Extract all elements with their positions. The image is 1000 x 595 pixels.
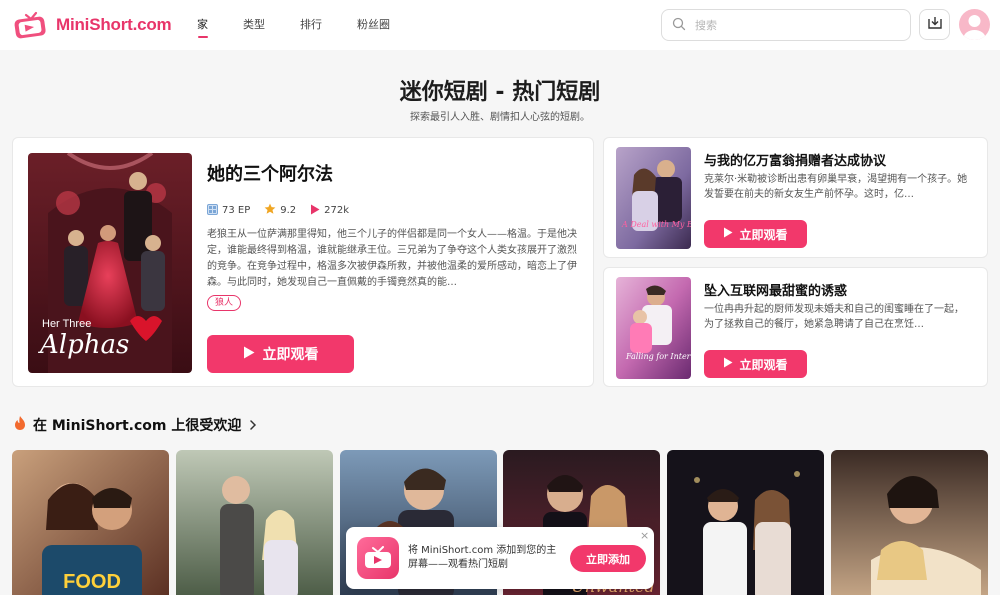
nav-rankings[interactable]: 排行 <box>300 16 322 38</box>
close-icon[interactable]: × <box>640 529 649 542</box>
popular-thumbnail[interactable] <box>667 450 824 595</box>
thumbnail-caption: FOOD <box>63 571 121 593</box>
views-meta: 272k <box>310 204 349 218</box>
featured-watch-now-button[interactable]: 立即观看 <box>207 335 354 373</box>
episodes-meta: 73 EP <box>207 203 251 218</box>
side-card-title[interactable]: 坠入互联网最甜蜜的诱惑 <box>704 280 847 299</box>
chevron-right-icon[interactable] <box>247 416 259 435</box>
featured-poster-caption-top: Her Three <box>42 318 91 330</box>
play-icon <box>723 227 733 241</box>
featured-poster-caption-main: Alphas <box>38 330 129 360</box>
featured-title[interactable]: 她的三个阿尔法 <box>207 160 333 186</box>
site-logo[interactable]: MiniShort.com <box>12 11 172 39</box>
star-icon <box>264 203 276 218</box>
rating-meta: 9.2 <box>264 203 296 218</box>
side-drama-card[interactable]: Falling for Internet's Sweetest Temptati… <box>603 267 988 387</box>
featured-meta: 73 EP 9.2 272k <box>207 203 363 218</box>
user-avatar[interactable] <box>959 9 990 40</box>
side-watch-now-button[interactable]: 立即观看 <box>704 220 807 248</box>
search-input[interactable] <box>695 18 885 32</box>
main-nav: 家 类型 排行 粉丝圈 <box>197 16 425 38</box>
genre-tag[interactable]: 狼人 <box>207 295 242 311</box>
logo-text: MiniShort.com <box>56 15 172 34</box>
side-card-description: 一位冉冉升起的厨师发现未婚夫和自己的闺蜜睡在了一起，为了拯救自己的餐厅，她紧急聘… <box>704 304 964 330</box>
popular-thumbnail[interactable] <box>176 450 333 595</box>
logo-icon <box>12 11 50 39</box>
side-drama-card[interactable]: A Deal with My Billionaire Donor 与我的亿万富翁… <box>603 137 988 258</box>
watch-now-label: 立即观看 <box>262 347 319 363</box>
nav-fan-circle[interactable]: 粉丝圈 <box>357 16 390 38</box>
search-icon <box>672 16 686 35</box>
watch-now-label: 立即观看 <box>739 357 788 372</box>
nav-genres[interactable]: 类型 <box>243 16 265 38</box>
page-title: 迷你短剧 - 热门短剧 <box>399 80 601 105</box>
search-box[interactable] <box>661 9 911 41</box>
play-icon <box>243 346 255 363</box>
popular-thumbnail[interactable] <box>831 450 988 595</box>
add-now-button[interactable]: 立即添加 <box>570 545 646 572</box>
app-icon <box>357 537 399 579</box>
side-card-description: 克莱尔·米勒被诊断出患有卵巢早衰，渴望拥有一个孩子。她发誓要在前夫的新女友生产前… <box>704 174 968 200</box>
side-poster-caption: Falling for Internet's Sweetest Temptati… <box>625 352 691 361</box>
episodes-icon <box>207 203 218 218</box>
popular-section-title: 在 MiniShort.com 上很受欢迎 <box>33 418 242 434</box>
popular-section-header[interactable]: 在 MiniShort.com 上很受欢迎 <box>13 415 259 435</box>
featured-poster[interactable]: Her Three Alphas <box>28 153 192 373</box>
add-to-homescreen-popup: 将 MiniShort.com 添加到您的主屏幕——观看热门短剧 立即添加 × <box>346 527 654 589</box>
download-button[interactable] <box>919 9 950 40</box>
rating-value: 9.2 <box>280 205 297 216</box>
fire-icon <box>13 415 27 435</box>
featured-description: 老狼王从一位萨满那里得知，他三个儿子的伴侣都是同一个女人——格温。于是他决定，谁… <box>207 229 577 288</box>
nav-home[interactable]: 家 <box>197 16 208 38</box>
popular-thumbnail[interactable]: FOOD <box>12 450 169 595</box>
watch-now-label: 立即观看 <box>739 227 788 242</box>
views-count: 272k <box>324 205 350 216</box>
featured-drama-card[interactable]: Her Three Alphas 她的三个阿尔法 73 EP 9.2 272k … <box>12 137 594 387</box>
top-header: MiniShort.com 家 类型 排行 粉丝圈 <box>0 0 1000 50</box>
page-subtitle: 探索最引人入胜、剧情扣人心弦的短剧。 <box>410 112 590 123</box>
download-icon <box>927 15 943 35</box>
side-poster[interactable]: Falling for Internet's Sweetest Temptati… <box>616 277 691 379</box>
side-card-title[interactable]: 与我的亿万富翁捐赠者达成协议 <box>704 150 886 169</box>
episodes-count: 73 EP <box>222 205 251 216</box>
side-poster[interactable]: A Deal with My Billionaire Donor <box>616 147 691 249</box>
play-icon <box>723 357 733 371</box>
side-watch-now-button[interactable]: 立即观看 <box>704 350 807 378</box>
play-icon <box>310 204 320 218</box>
install-prompt-text: 将 MiniShort.com 添加到您的主屏幕——观看热门短剧 <box>408 545 557 570</box>
side-poster-caption: A Deal with My Billionaire Donor <box>621 220 691 229</box>
